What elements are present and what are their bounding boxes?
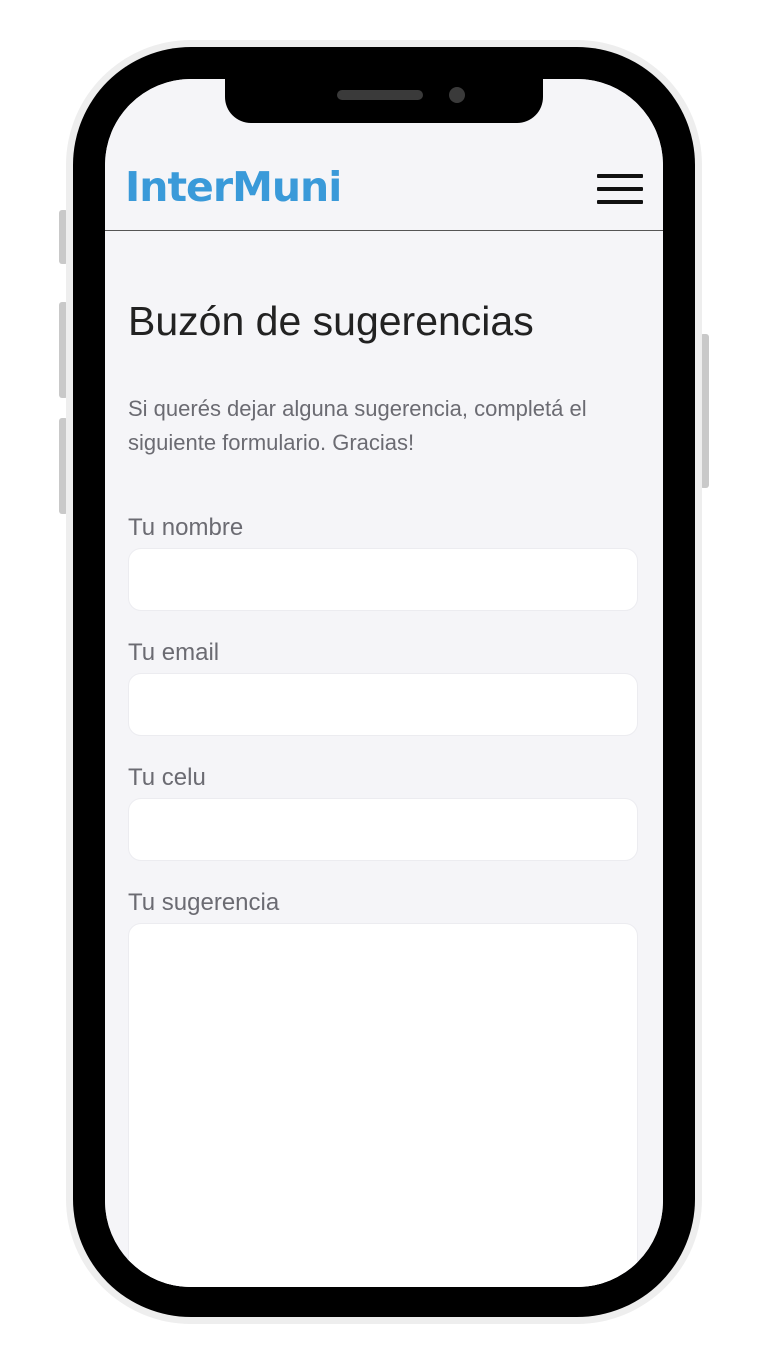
phone-notch [225, 79, 543, 123]
phone-label: Tu celu [128, 764, 206, 791]
speaker-grille [337, 90, 423, 100]
hamburger-menu-icon[interactable] [597, 173, 645, 207]
intro-text: Si querés dejar alguna sugerencia, compl… [128, 396, 587, 455]
email-label: Tu email [128, 639, 220, 666]
name-input[interactable] [128, 548, 638, 611]
email-input[interactable] [128, 673, 638, 736]
name-label: Tu nombre [128, 514, 244, 541]
device-mockup: InterMuni Buzón de sugerencias Si querés… [0, 0, 768, 1365]
front-camera [449, 87, 465, 103]
hamburger-line [597, 187, 643, 191]
hamburger-line [597, 200, 643, 204]
phone-input[interactable] [128, 798, 638, 861]
page-title: Buzón de sugerencias [128, 298, 534, 344]
suggestion-label: Tu sugerencia [128, 889, 280, 916]
hamburger-line [597, 174, 643, 178]
suggestion-textarea[interactable] [128, 923, 638, 1287]
phone-screen: InterMuni Buzón de sugerencias Si querés… [105, 79, 663, 1287]
brand-logo[interactable]: InterMuni [125, 163, 342, 211]
suggestion-form-page: Buzón de sugerencias Si querés dejar alg… [105, 260, 663, 1287]
